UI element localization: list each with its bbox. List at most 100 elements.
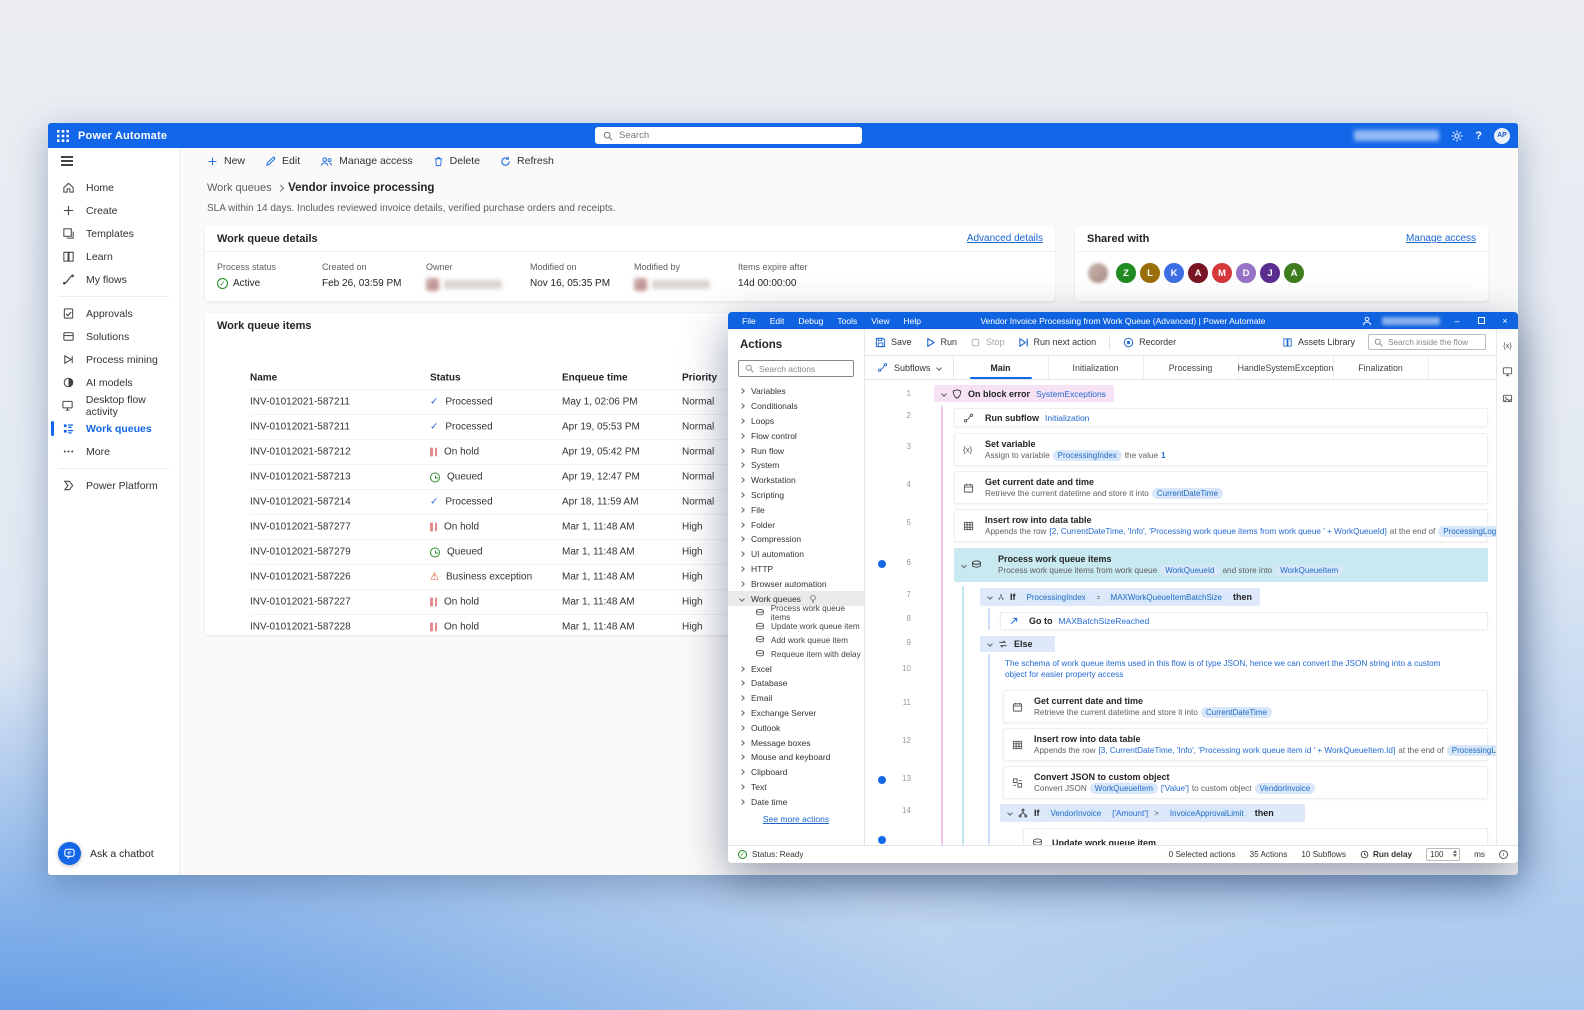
actions-search-input[interactable]: Search actions [738, 360, 854, 377]
assets-library-button[interactable]: Assets Library [1282, 337, 1355, 348]
avatar[interactable]: Z [1114, 261, 1138, 285]
variable-pill[interactable]: MAXWorkQueueItemBatchSize [1106, 592, 1227, 603]
action-group[interactable]: Conditionals [728, 399, 864, 414]
subflows-dropdown[interactable]: Subflows [865, 356, 954, 379]
action-item[interactable]: Process work queue items [728, 606, 864, 620]
breakpoint-dot[interactable] [878, 836, 886, 844]
recorder-button[interactable]: Recorder [1123, 337, 1176, 348]
menu-debug[interactable]: Debug [798, 316, 823, 326]
flow-action-process-work-queue-items[interactable]: Process work queue items Process work qu… [954, 548, 1488, 582]
variable-pill[interactable]: CurrentDateTime [1152, 488, 1223, 499]
tab-handlesystemexception[interactable]: HandleSystemException [1239, 356, 1334, 379]
action-group[interactable]: Run flow [728, 443, 864, 458]
tab-processing[interactable]: Processing [1144, 356, 1239, 379]
close-button[interactable]: × [1498, 316, 1512, 326]
action-group[interactable]: Mouse and keyboard [728, 750, 864, 765]
variable-pill[interactable]: ProcessingLog [1438, 526, 1496, 537]
action-group[interactable]: File [728, 502, 864, 517]
flow-action-get-datetime[interactable]: Get current date and time Retrieve the c… [1003, 690, 1488, 723]
ask-chatbot-button[interactable]: Ask a chatbot [58, 842, 154, 865]
flow-action-run-subflow[interactable]: Run subflow Initialization [954, 408, 1488, 427]
sidebar-item-home[interactable]: Home [48, 176, 179, 199]
sidebar-item-approvals[interactable]: Approvals [48, 302, 179, 325]
sidebar-item-more[interactable]: More [48, 440, 179, 463]
flow-action-goto[interactable]: Go to MAXBatchSizeReached [1000, 612, 1488, 630]
tab-finalization[interactable]: Finalization [1334, 356, 1429, 379]
action-item[interactable]: Requeue item with delay [728, 647, 864, 661]
variable-pill[interactable]: ProcessingIndex [1022, 592, 1091, 603]
help-button[interactable]: ? [1475, 130, 1482, 142]
action-group[interactable]: UI automation [728, 547, 864, 562]
sidebar-item-desktop-flow-activity[interactable]: Desktop flow activity [48, 394, 179, 417]
action-group[interactable]: Clipboard [728, 765, 864, 780]
avatar[interactable]: D [1234, 261, 1258, 285]
variable-pill[interactable]: WorkQueueItem [1090, 783, 1158, 794]
sidebar-item-ai-models[interactable]: AI models [48, 371, 179, 394]
col-priority[interactable]: Priority [682, 373, 717, 384]
action-group[interactable]: Email [728, 691, 864, 706]
tab-main[interactable]: Main [954, 356, 1049, 379]
flow-action-if[interactable]: If VendorInvoice ['Amount'] > InvoiceApp… [1000, 804, 1305, 822]
sidebar-item-process-mining[interactable]: Process mining [48, 348, 179, 371]
environment-selector-blurred[interactable] [1354, 130, 1439, 141]
menu-file[interactable]: File [742, 316, 756, 326]
action-group[interactable]: Compression [728, 532, 864, 547]
run-next-action-button[interactable]: Run next action [1018, 337, 1097, 348]
sidebar-item-learn[interactable]: Learn [48, 245, 179, 268]
action-group[interactable]: Variables [728, 384, 864, 399]
action-group[interactable]: Folder [728, 517, 864, 532]
variable-pill[interactable]: WorkQueueItem [1275, 565, 1343, 576]
breakpoint-dot[interactable] [878, 776, 886, 784]
menu-edit[interactable]: Edit [770, 316, 785, 326]
status-text[interactable]: Status: Ready [752, 850, 803, 859]
save-button[interactable]: Save [875, 337, 912, 348]
action-group[interactable]: Text [728, 780, 864, 795]
see-more-actions-link[interactable]: See more actions [728, 814, 864, 824]
sidebar-item-work-queues[interactable]: Work queues [48, 417, 179, 440]
breakpoint-dot[interactable] [878, 560, 886, 568]
variable-pill[interactable]: WorkQueueId [1160, 565, 1219, 576]
sidebar-item-power-platform[interactable]: Power Platform [48, 474, 179, 497]
flow-action-insert-row[interactable]: Insert row into data table Appends the r… [1003, 728, 1488, 761]
refresh-button[interactable]: Refresh [500, 155, 554, 167]
sidebar-collapse-button[interactable] [48, 148, 179, 174]
flow-search-input[interactable]: Search inside the flow [1368, 334, 1486, 350]
ui-elements-panel-button[interactable] [1502, 366, 1513, 377]
variable-pill[interactable]: ProcessingIndex [1053, 450, 1122, 461]
edit-button[interactable]: Edit [265, 155, 300, 167]
flow-action-get-datetime[interactable]: Get current date and time Retrieve the c… [954, 471, 1488, 504]
flow-action-if[interactable]: If ProcessingIndex = MAXWorkQueueItemBat… [980, 588, 1260, 606]
action-item[interactable]: Update work queue item [728, 620, 864, 634]
tab-initialization[interactable]: Initialization [1049, 356, 1144, 379]
sidebar-item-templates[interactable]: Templates [48, 222, 179, 245]
variable-pill[interactable]: CurrentDateTime [1201, 707, 1272, 718]
avatar[interactable]: M [1210, 261, 1234, 285]
user-avatar[interactable]: AP [1494, 128, 1510, 144]
stepper-arrows[interactable] [1453, 850, 1457, 857]
col-enqueue-time[interactable]: Enqueue time [562, 373, 628, 384]
action-group[interactable]: Browser automation [728, 576, 864, 591]
action-group[interactable]: System [728, 458, 864, 473]
flow-action-else[interactable]: Else [980, 636, 1055, 652]
run-button[interactable]: Run [925, 337, 958, 348]
action-group[interactable]: Excel [728, 661, 864, 676]
app-launcher-button[interactable] [48, 123, 78, 148]
flow-action-update-work-queue-item[interactable]: Update work queue item [1023, 828, 1488, 845]
designer-title-bar[interactable]: File Edit Debug Tools View Help Vendor I… [728, 312, 1518, 329]
manage-access-link[interactable]: Manage access [1406, 233, 1476, 244]
variable-pill[interactable]: VendorInvoice [1255, 783, 1316, 794]
sidebar-item-create[interactable]: Create [48, 199, 179, 222]
avatar[interactable]: A [1282, 261, 1306, 285]
action-group[interactable]: Flow control [728, 428, 864, 443]
flow-action-insert-row[interactable]: Insert row into data table Appends the r… [954, 509, 1488, 542]
menu-help[interactable]: Help [904, 316, 921, 326]
action-group[interactable]: Database [728, 676, 864, 691]
flow-action-set-variable[interactable]: {x} Set variable Assign to variableProce… [954, 433, 1488, 466]
avatar-photo-blurred[interactable] [1086, 261, 1110, 285]
maximize-button[interactable] [1474, 316, 1488, 326]
flow-action-on-block-error[interactable]: On block error SystemExceptions [934, 385, 1114, 402]
action-group[interactable]: Date time [728, 794, 864, 809]
info-icon[interactable]: i [1499, 850, 1508, 859]
flow-action-convert-json[interactable]: Convert JSON to custom object Convert JS… [1003, 766, 1488, 799]
advanced-details-link[interactable]: Advanced details [967, 233, 1043, 244]
